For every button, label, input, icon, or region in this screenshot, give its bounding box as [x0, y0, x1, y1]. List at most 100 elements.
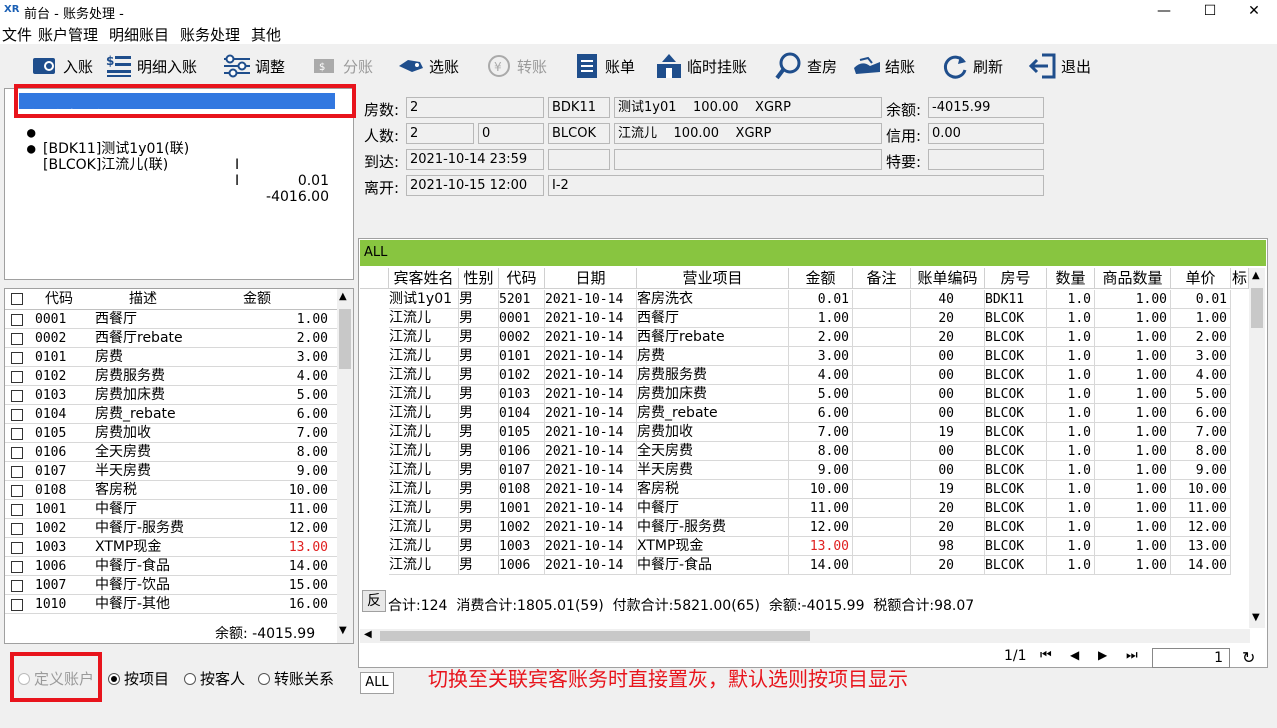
row-checkbox[interactable] [11, 352, 23, 364]
radio-transfer-relation[interactable]: 转账关系 [258, 668, 334, 689]
col-header[interactable]: 单价 [1171, 268, 1231, 289]
col-header[interactable]: 备注 [853, 268, 911, 289]
menu-detail-items[interactable]: 明细账目 [109, 24, 169, 45]
col-header[interactable]: 代码 [45, 289, 73, 310]
scroll-left-icon[interactable]: ◀ [364, 629, 372, 640]
row-checkbox[interactable] [11, 542, 23, 554]
row-checkbox[interactable] [11, 371, 23, 383]
item-row[interactable]: 0107 半天房费 9.00 [5, 462, 337, 481]
row-checkbox[interactable] [11, 561, 23, 573]
detail-post-button[interactable]: $ 明细入账 [104, 50, 197, 82]
item-row[interactable]: 0001 西餐厅 1.00 [5, 310, 337, 329]
col-header[interactable]: 商品数量 [1095, 268, 1171, 289]
temp-charge-button[interactable]: 临时挂账 [654, 50, 747, 82]
col-header[interactable]: 宾客姓名 [389, 268, 459, 289]
tree-child[interactable]: ● [BLCOK]江流儿(联) I -4016.00 [13, 125, 333, 205]
radio-by-guest[interactable]: 按客人 [184, 668, 245, 689]
item-row[interactable]: 0108 客房税 10.00 [5, 481, 337, 500]
credit-field[interactable]: 0.00 [928, 123, 1044, 144]
item-row[interactable]: 0106 全天房费 8.00 [5, 443, 337, 462]
persons-field[interactable]: 2 [406, 123, 474, 144]
col-header[interactable]: 描述 [129, 289, 157, 310]
row-checkbox[interactable] [11, 409, 23, 421]
col-header[interactable]: 数量 [1047, 268, 1095, 289]
col-header[interactable]: 金额 [789, 268, 853, 289]
row-checkbox[interactable] [11, 447, 23, 459]
menu-account-mgmt[interactable]: 账户管理 [38, 24, 98, 45]
grid-vscrollbar[interactable]: ▲ ▼ [1249, 268, 1265, 628]
post-charge-button[interactable]: 入账 [30, 50, 93, 82]
col-header[interactable]: 日期 [545, 268, 637, 289]
last-page-button[interactable]: ⏭ [1126, 648, 1138, 663]
split-button[interactable]: $ 分账 [310, 50, 373, 82]
col-header[interactable]: 房号 [985, 268, 1047, 289]
leave-field[interactable]: 2021-10-15 12:00 [406, 175, 544, 196]
row-checkbox[interactable] [11, 580, 23, 592]
refresh-button[interactable]: 刷新 [940, 50, 1003, 82]
col-header[interactable]: 标 [1231, 268, 1249, 289]
room-check-button[interactable]: 查房 [774, 50, 837, 82]
scroll-thumb[interactable] [339, 309, 351, 369]
item-row[interactable]: 1007 中餐厅-饮品 15.00 [5, 576, 337, 595]
exit-button[interactable]: 退出 [1028, 50, 1091, 82]
radio-by-item[interactable]: 按项目 [108, 668, 169, 689]
menu-accounting[interactable]: 账务处理 [180, 24, 240, 45]
blank-field[interactable] [614, 149, 882, 170]
room-code-field[interactable]: BLCOK [548, 123, 610, 144]
item-grid-scrollbar[interactable]: ▲ ▼ [337, 289, 353, 643]
persons-extra-field[interactable]: 0 [478, 123, 544, 144]
leave-note-field[interactable]: I-2 [548, 175, 1044, 196]
col-header[interactable]: 性别 [459, 268, 499, 289]
tab-all[interactable]: ALL [360, 672, 394, 694]
scroll-up-icon[interactable]: ▲ [1252, 270, 1260, 281]
item-row[interactable]: 1002 中餐厅-服务费 12.00 [5, 519, 337, 538]
scroll-up-icon[interactable]: ▲ [339, 291, 347, 302]
select-all-checkbox[interactable] [11, 293, 23, 305]
menu-file[interactable]: 文件 [2, 24, 32, 45]
minimize-button[interactable]: — [1141, 0, 1187, 22]
scroll-down-icon[interactable]: ▼ [339, 625, 347, 636]
row-checkbox[interactable] [11, 466, 23, 478]
next-page-button[interactable]: ▶ [1098, 648, 1107, 662]
row-checkbox[interactable] [11, 523, 23, 535]
bill-button[interactable]: 账单 [572, 50, 635, 82]
balance-field[interactable]: -4015.99 [928, 97, 1044, 118]
scroll-thumb[interactable] [1251, 288, 1263, 328]
item-row[interactable]: 0104 房费_rebate 6.00 [5, 405, 337, 424]
room-count-field[interactable]: 2 [406, 97, 544, 118]
item-row[interactable]: 1003 XTMP现金 13.00 [5, 538, 337, 557]
item-row[interactable]: 1010 中餐厅-其他 16.00 [5, 595, 337, 614]
row-checkbox[interactable] [11, 599, 23, 611]
row-checkbox[interactable] [11, 314, 23, 326]
transfer-button[interactable]: ¥ 转账 [484, 50, 547, 82]
adjust-button[interactable]: 调整 [222, 50, 285, 82]
checkout-button[interactable]: 结账 [852, 50, 915, 82]
scroll-thumb[interactable] [380, 631, 810, 641]
select-account-button[interactable]: 选账 [396, 50, 459, 82]
col-header[interactable]: 代码 [499, 268, 545, 289]
item-row[interactable]: 0102 房费服务费 4.00 [5, 367, 337, 386]
row-checkbox[interactable] [11, 485, 23, 497]
close-button[interactable]: ✕ [1231, 0, 1277, 22]
arrive-field[interactable]: 2021-10-14 23:59 [406, 149, 544, 170]
blank-field[interactable] [548, 149, 610, 170]
maximize-button[interactable]: ☐ [1187, 0, 1233, 22]
reverse-button[interactable]: 反 [362, 590, 386, 612]
scroll-down-icon[interactable]: ▼ [1252, 612, 1260, 623]
item-row[interactable]: 0103 房费加床费 5.00 [5, 386, 337, 405]
prev-page-button[interactable]: ◀ [1070, 648, 1079, 662]
row-checkbox[interactable] [11, 333, 23, 345]
item-row[interactable]: 1001 中餐厅 11.00 [5, 500, 337, 519]
row-checkbox[interactable] [11, 390, 23, 402]
item-row[interactable]: 1006 中餐厅-食品 14.00 [5, 557, 337, 576]
guest-field[interactable]: 江流儿 100.00 XGRP [614, 123, 882, 144]
col-header[interactable]: 金额 [243, 289, 271, 310]
col-header[interactable]: 营业项目 [637, 268, 789, 289]
guest-field[interactable]: 测试1y01 100.00 XGRP [614, 97, 882, 118]
special-field[interactable] [928, 149, 1044, 170]
col-header[interactable]: 账单编码 [911, 268, 985, 289]
menu-other[interactable]: 其他 [251, 24, 281, 45]
page-input[interactable]: 1 [1152, 648, 1230, 668]
item-row[interactable]: 0101 房费 3.00 [5, 348, 337, 367]
row-checkbox[interactable] [11, 428, 23, 440]
